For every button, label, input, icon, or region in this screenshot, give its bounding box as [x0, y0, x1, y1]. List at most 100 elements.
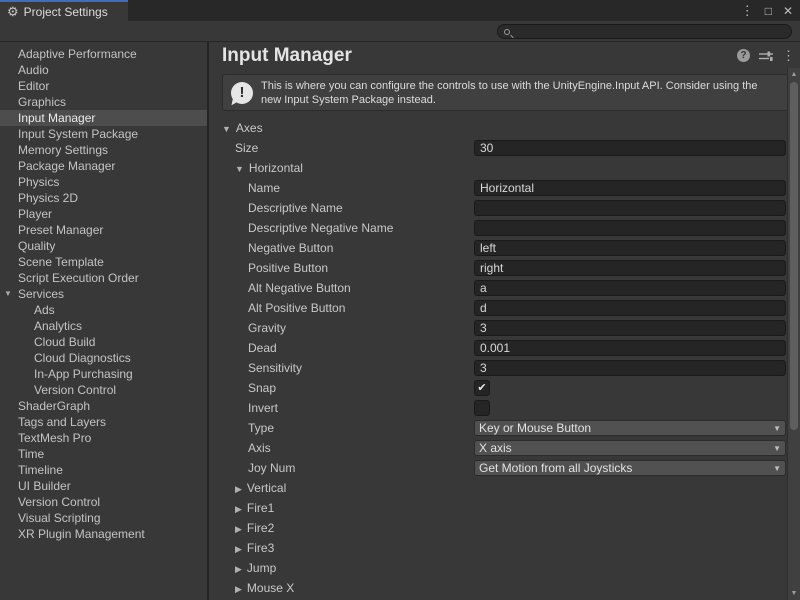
field-row-type: Type Key or Mouse Button▼ [211, 418, 787, 438]
foldout-open-icon[interactable]: ▼ [235, 164, 244, 174]
sidebar-item-editor[interactable]: Editor [0, 78, 207, 94]
window-menu-icon[interactable]: ⋮ [741, 5, 754, 17]
foldout-jump[interactable]: ▶Jump [211, 558, 787, 578]
info-box: ! This is where you can configure the co… [222, 74, 788, 111]
field-row-positive-button: Positive Button right [211, 258, 787, 278]
help-icon[interactable]: ? [737, 49, 750, 62]
sidebar-item-tags-and-layers[interactable]: Tags and Layers [0, 414, 207, 430]
window-tab-bar: ⚙ Project Settings ⋮ □ ✕ [0, 0, 800, 21]
type-dropdown[interactable]: Key or Mouse Button▼ [474, 420, 786, 436]
joy-num-dropdown[interactable]: Get Motion from all Joysticks▼ [474, 460, 786, 476]
sidebar-item-physics[interactable]: Physics [0, 174, 207, 190]
positive-button-field[interactable]: right [474, 260, 786, 276]
foldout-closed-icon[interactable]: ▶ [235, 484, 242, 494]
foldout-fire1[interactable]: ▶Fire1 [211, 498, 787, 518]
field-row-descriptive-negative-name: Descriptive Negative Name [211, 218, 787, 238]
sidebar-item-timeline[interactable]: Timeline [0, 462, 207, 478]
sidebar-item-visual-scripting[interactable]: Visual Scripting [0, 510, 207, 526]
descriptive-name-field[interactable] [474, 200, 786, 216]
negative-button-field[interactable]: left [474, 240, 786, 256]
sidebar-item-cloud-build[interactable]: Cloud Build [0, 334, 207, 350]
sidebar-item-shadergraph[interactable]: ShaderGraph [0, 398, 207, 414]
chevron-down-icon: ▼ [773, 464, 781, 473]
sidebar-item-adaptive-performance[interactable]: Adaptive Performance [0, 46, 207, 62]
scrollbar-thumb[interactable] [790, 82, 798, 430]
sidebar-item-analytics[interactable]: Analytics [0, 318, 207, 334]
sidebar-item-physics-2d[interactable]: Physics 2D [0, 190, 207, 206]
foldout-vertical[interactable]: ▶Vertical [211, 478, 787, 498]
field-row-alt-negative-button: Alt Negative Button a [211, 278, 787, 298]
field-row-dead: Dead 0.001 [211, 338, 787, 358]
toolbar [0, 21, 800, 42]
size-field[interactable]: 30 [474, 140, 786, 156]
tab-project-settings[interactable]: ⚙ Project Settings [0, 0, 128, 21]
foldout-fire2[interactable]: ▶Fire2 [211, 518, 787, 538]
field-row-joy-num: Joy Num Get Motion from all Joysticks▼ [211, 458, 787, 478]
scroll-up-icon[interactable]: ▲ [788, 71, 800, 78]
sidebar-item-xr-plugin-management[interactable]: XR Plugin Management [0, 526, 207, 542]
name-field[interactable]: Horizontal [474, 180, 786, 196]
sidebar-item-ads[interactable]: Ads [0, 302, 207, 318]
foldout-closed-icon[interactable]: ▶ [235, 524, 242, 534]
foldout-horizontal[interactable]: ▼Horizontal [211, 158, 787, 178]
snap-checkbox[interactable]: ✔ [474, 380, 490, 396]
gravity-field[interactable]: 3 [474, 320, 786, 336]
chevron-down-icon: ▼ [773, 444, 781, 453]
dead-field[interactable]: 0.001 [474, 340, 786, 356]
search-box[interactable] [497, 24, 792, 39]
sidebar-item-graphics[interactable]: Graphics [0, 94, 207, 110]
descriptive-negative-name-field[interactable] [474, 220, 786, 236]
foldout-closed-icon[interactable]: ▶ [235, 584, 242, 594]
axis-dropdown[interactable]: X axis▼ [474, 440, 786, 456]
foldout-closed-icon[interactable]: ▶ [235, 504, 242, 514]
sidebar-item-services[interactable]: ▼Services [0, 286, 207, 302]
sidebar-item-time[interactable]: Time [0, 446, 207, 462]
search-icon [504, 29, 510, 35]
foldout-open-icon[interactable]: ▼ [222, 124, 231, 134]
invert-checkbox[interactable] [474, 400, 490, 416]
field-row-invert: Invert [211, 398, 787, 418]
sensitivity-field[interactable]: 3 [474, 360, 786, 376]
foldout-fire3[interactable]: ▶Fire3 [211, 538, 787, 558]
sidebar-item-version-control-service[interactable]: Version Control [0, 382, 207, 398]
info-text: This is where you can configure the cont… [261, 79, 787, 107]
alt-negative-button-field[interactable]: a [474, 280, 786, 296]
sidebar-item-memory-settings[interactable]: Memory Settings [0, 142, 207, 158]
input-manager-pane: Input Manager ? ⋮ ! This is where you ca… [211, 42, 800, 600]
search-input[interactable] [514, 25, 772, 39]
vertical-scrollbar[interactable]: ▲ ▼ [787, 68, 800, 600]
sidebar-item-package-manager[interactable]: Package Manager [0, 158, 207, 174]
sidebar-item-quality[interactable]: Quality [0, 238, 207, 254]
sidebar-item-textmesh-pro[interactable]: TextMesh Pro [0, 430, 207, 446]
sidebar-item-script-execution-order[interactable]: Script Execution Order [0, 270, 207, 286]
field-row-sensitivity: Sensitivity 3 [211, 358, 787, 378]
scroll-down-icon[interactable]: ▼ [788, 590, 800, 597]
settings-sidebar: Adaptive Performance Audio Editor Graphi… [0, 42, 209, 600]
sidebar-item-scene-template[interactable]: Scene Template [0, 254, 207, 270]
field-row-negative-button: Negative Button left [211, 238, 787, 258]
chevron-down-icon: ▼ [773, 424, 781, 433]
sidebar-item-version-control[interactable]: Version Control [0, 494, 207, 510]
sidebar-item-player[interactable]: Player [0, 206, 207, 222]
sidebar-item-audio[interactable]: Audio [0, 62, 207, 78]
foldout-axes[interactable]: ▼Axes [211, 118, 787, 138]
preset-icon[interactable] [759, 50, 773, 62]
sidebar-item-preset-manager[interactable]: Preset Manager [0, 222, 207, 238]
sidebar-item-in-app-purchasing[interactable]: In-App Purchasing [0, 366, 207, 382]
maximize-icon[interactable]: □ [765, 5, 772, 17]
sidebar-item-input-system-package[interactable]: Input System Package [0, 126, 207, 142]
sidebar-item-ui-builder[interactable]: UI Builder [0, 478, 207, 494]
foldout-open-icon[interactable]: ▼ [4, 286, 12, 302]
pane-menu-icon[interactable]: ⋮ [782, 49, 795, 62]
field-row-size: Size 30 [211, 138, 787, 158]
foldout-closed-icon[interactable]: ▶ [235, 544, 242, 554]
sidebar-item-input-manager[interactable]: Input Manager [0, 110, 207, 126]
check-icon: ✔ [477, 382, 486, 394]
page-title: Input Manager [222, 45, 352, 67]
close-icon[interactable]: ✕ [783, 5, 793, 17]
alt-positive-button-field[interactable]: d [474, 300, 786, 316]
foldout-closed-icon[interactable]: ▶ [235, 564, 242, 574]
gear-icon: ⚙ [7, 5, 19, 18]
sidebar-item-cloud-diagnostics[interactable]: Cloud Diagnostics [0, 350, 207, 366]
foldout-mouse-x[interactable]: ▶Mouse X [211, 578, 787, 598]
